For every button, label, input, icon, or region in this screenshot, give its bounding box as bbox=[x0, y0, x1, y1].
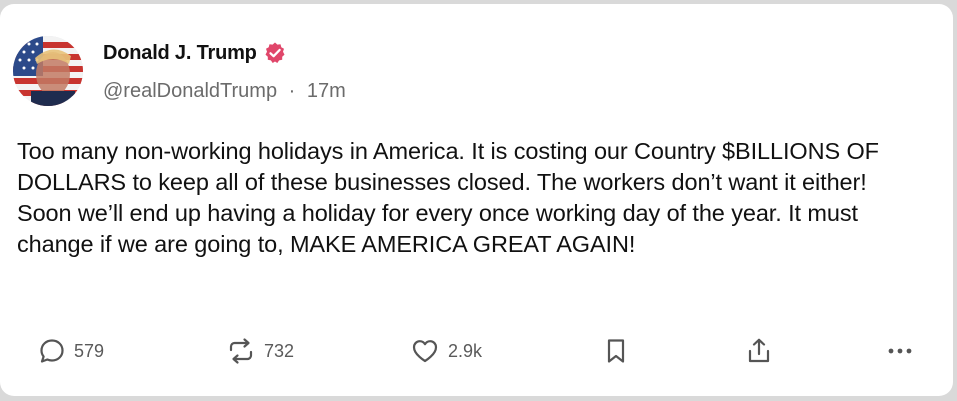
meta-separator: · bbox=[288, 80, 296, 102]
meta-row: @realDonaldTrump · 17m bbox=[103, 80, 346, 103]
like-button[interactable]: 2.9k bbox=[410, 331, 482, 371]
post-body: Too many non-working holidays in America… bbox=[17, 138, 879, 257]
author-row: Donald J. Trump bbox=[103, 40, 287, 66]
more-icon bbox=[885, 336, 915, 366]
share-icon bbox=[744, 336, 774, 366]
more-button[interactable] bbox=[885, 331, 915, 371]
comment-icon bbox=[38, 337, 66, 365]
author-handle[interactable]: @realDonaldTrump bbox=[103, 80, 277, 102]
like-count: 2.9k bbox=[448, 340, 483, 361]
bookmark-button[interactable] bbox=[603, 331, 629, 371]
avatar-image bbox=[13, 36, 83, 106]
verified-badge-icon bbox=[263, 41, 287, 65]
repost-count: 732 bbox=[264, 340, 295, 361]
avatar[interactable] bbox=[13, 36, 83, 106]
reply-button[interactable]: 579 bbox=[38, 331, 104, 371]
heart-icon bbox=[410, 336, 440, 366]
repost-button[interactable]: 732 bbox=[226, 331, 294, 371]
repost-icon bbox=[226, 336, 256, 366]
bookmark-icon bbox=[603, 336, 629, 366]
post-card: Donald J. Trump @realDonaldTrump · 17m T… bbox=[0, 4, 953, 396]
action-bar: 579 732 2.9k bbox=[0, 331, 953, 371]
reply-count: 579 bbox=[74, 340, 105, 361]
author-name[interactable]: Donald J. Trump bbox=[103, 42, 257, 65]
share-button[interactable] bbox=[744, 331, 774, 371]
post-time[interactable]: 17m bbox=[307, 80, 346, 102]
